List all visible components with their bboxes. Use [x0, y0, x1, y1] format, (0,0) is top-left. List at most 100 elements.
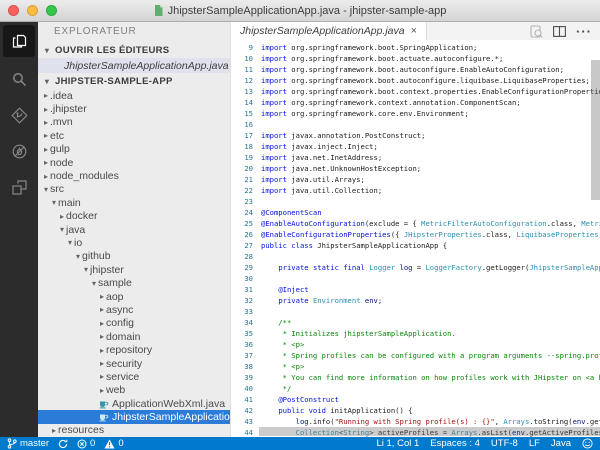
code-line[interactable]: 9import org.springframework.boot.SpringA… [231, 42, 600, 53]
minimize-button[interactable] [27, 5, 38, 16]
warning-count[interactable]: 0 [104, 438, 123, 449]
chevron-down-icon: ▾ [43, 46, 51, 55]
code-area[interactable]: 9import org.springframework.boot.SpringA… [231, 40, 600, 437]
tree-item[interactable]: ▸repository [38, 343, 230, 356]
code-line[interactable]: 40 */ [231, 383, 600, 394]
code-line[interactable]: 30 [231, 273, 600, 284]
more-actions-icon[interactable]: ··· [576, 25, 592, 38]
project-tree-header[interactable]: ▾ JHIPSTER-SAMPLE-APP [38, 73, 230, 89]
code-line[interactable]: 35 * Initializes jhipsterSampleApplicati… [231, 328, 600, 339]
open-preview-icon[interactable] [530, 25, 543, 38]
code-line[interactable]: 19import java.net.InetAddress; [231, 152, 600, 163]
git-branch-indicator[interactable]: master [7, 438, 49, 449]
code-line[interactable]: 41 @PostConstruct [231, 394, 600, 405]
sync-icon[interactable] [58, 439, 68, 449]
tree-item[interactable]: ▸docker [38, 210, 230, 223]
code-line[interactable]: 27public class JhipsterSampleApplication… [231, 240, 600, 251]
tree-item[interactable]: ▸resources [38, 424, 230, 437]
horizontal-scrollbar[interactable] [259, 427, 600, 436]
tree-item[interactable]: ▾sample [38, 276, 230, 289]
tree-item[interactable]: ▾java [38, 223, 230, 236]
code-line[interactable]: 36 * <p> [231, 339, 600, 350]
eol-indicator[interactable]: LF [529, 438, 540, 449]
code-line[interactable]: 29 private static final Logger log = Log… [231, 262, 600, 273]
tree-item[interactable]: ▾github [38, 250, 230, 263]
tree-item[interactable]: ▸etc [38, 129, 230, 142]
code-text: import org.springframework.core.env.Envi… [261, 108, 600, 119]
tree-item[interactable]: ▸config [38, 317, 230, 330]
indentation-indicator[interactable]: Espaces : 4 [430, 438, 480, 449]
tree-item[interactable]: ▾main [38, 196, 230, 209]
feedback-smiley-icon[interactable] [582, 438, 593, 449]
tree-item[interactable]: ▸async [38, 303, 230, 316]
code-line[interactable]: 37 * Spring profiles can be configured w… [231, 350, 600, 361]
line-number: 31 [231, 284, 253, 295]
open-editor-item[interactable]: JhipsterSampleApplicationApp.java src/m.… [38, 58, 230, 73]
chevron-right-icon: ▸ [98, 292, 106, 301]
debug-icon[interactable] [3, 133, 35, 169]
code-line[interactable]: 18import javax.inject.Inject; [231, 141, 600, 152]
tree-item[interactable]: ▾jhipster [38, 263, 230, 276]
tree-item[interactable]: ▸aop [38, 290, 230, 303]
code-line[interactable]: 42 public void initApplication() { [231, 405, 600, 416]
code-line[interactable]: 31 @Inject [231, 284, 600, 295]
code-line[interactable]: 43 log.info("Running with Spring profile… [231, 416, 600, 427]
tree-item[interactable]: ▸web [38, 384, 230, 397]
code-line[interactable]: 17import javax.annotation.PostConstruct; [231, 130, 600, 141]
tree-item[interactable]: ▸.mvn [38, 116, 230, 129]
code-line[interactable]: 11import org.springframework.boot.autoco… [231, 64, 600, 75]
tree-item-label: etc [50, 130, 64, 142]
tree-item[interactable]: ApplicationWebXml.java [38, 397, 230, 410]
code-line[interactable]: 23 [231, 196, 600, 207]
tree-item[interactable]: ▸.idea [38, 89, 230, 102]
open-editors-header[interactable]: ▾ OUVRIR LES ÉDITEURS [38, 42, 230, 58]
code-line[interactable]: 39 * You can find more information on ho… [231, 372, 600, 383]
code-line[interactable]: 33 [231, 306, 600, 317]
code-line[interactable]: 13import org.springframework.boot.contex… [231, 86, 600, 97]
title-bar: JhipsterSampleApplicationApp.java - jhip… [0, 0, 600, 22]
code-line[interactable]: 32 private Environment env; [231, 295, 600, 306]
tree-item[interactable]: ▾io [38, 236, 230, 249]
code-line[interactable]: 12import org.springframework.boot.autoco… [231, 75, 600, 86]
source-control-icon[interactable] [3, 97, 35, 133]
code-line[interactable]: 16 [231, 119, 600, 130]
error-count[interactable]: 0 [77, 438, 95, 449]
encoding-indicator[interactable]: UTF-8 [491, 438, 518, 449]
search-icon[interactable] [3, 61, 35, 97]
code-line[interactable]: 10import org.springframework.boot.actuat… [231, 53, 600, 64]
tree-item[interactable]: ▸security [38, 357, 230, 370]
split-editor-icon[interactable] [553, 26, 566, 37]
explorer-icon[interactable] [3, 25, 35, 57]
tree-item[interactable]: ▸node [38, 156, 230, 169]
chevron-down-icon: ▾ [43, 77, 51, 86]
cursor-position[interactable]: Li 1, Col 1 [376, 438, 419, 449]
close-icon[interactable]: × [411, 26, 417, 37]
language-mode[interactable]: Java [551, 438, 571, 449]
code-line[interactable]: 25@EnableAutoConfiguration(exclude = { M… [231, 218, 600, 229]
tree-item[interactable]: ▸.jhipster [38, 102, 230, 115]
zoom-button[interactable] [46, 5, 57, 16]
vertical-scrollbar[interactable] [591, 60, 600, 200]
editor-tab[interactable]: JhipsterSampleApplicationApp.java × [231, 22, 427, 40]
code-line[interactable]: 34 /** [231, 317, 600, 328]
code-line[interactable]: 20import java.net.UnknownHostException; [231, 163, 600, 174]
tree-item[interactable]: ▾src [38, 183, 230, 196]
code-line[interactable]: 26@EnableConfigurationProperties({ JHips… [231, 229, 600, 240]
tree-item[interactable]: ▸service [38, 370, 230, 383]
code-line[interactable]: 22import java.util.Collection; [231, 185, 600, 196]
code-text: @Inject [261, 284, 600, 295]
extensions-icon[interactable] [3, 169, 35, 205]
tree-item[interactable]: ▸domain [38, 330, 230, 343]
tree-item-label: node_modules [50, 170, 119, 182]
tree-item[interactable]: ▸gulp [38, 143, 230, 156]
close-button[interactable] [8, 5, 19, 16]
code-line[interactable]: 21import java.util.Arrays; [231, 174, 600, 185]
code-line[interactable]: 14import org.springframework.context.ann… [231, 97, 600, 108]
tree-item[interactable]: JhipsterSampleApplicationApp.java [38, 410, 230, 423]
chevron-right-icon: ▸ [42, 172, 50, 181]
code-line[interactable]: 38 * <p> [231, 361, 600, 372]
code-line[interactable]: 24@ComponentScan [231, 207, 600, 218]
code-line[interactable]: 15import org.springframework.core.env.En… [231, 108, 600, 119]
code-line[interactable]: 28 [231, 251, 600, 262]
tree-item[interactable]: ▸node_modules [38, 169, 230, 182]
